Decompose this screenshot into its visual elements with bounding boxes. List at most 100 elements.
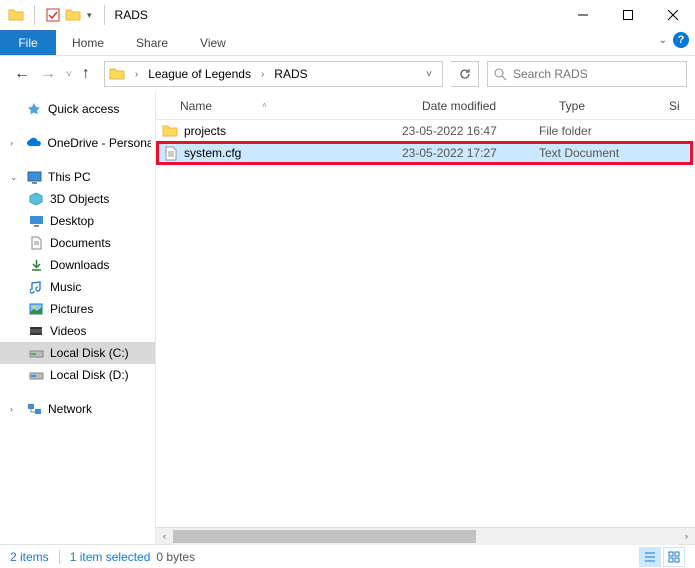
- folder-icon: [160, 124, 180, 138]
- desktop-icon: [28, 213, 44, 229]
- ribbon-expand-icon[interactable]: ⌄: [659, 35, 667, 46]
- pc-icon: [26, 169, 42, 185]
- recent-dropdown-icon[interactable]: ˅: [66, 69, 72, 80]
- sidebar-item-label: Pictures: [50, 302, 93, 316]
- file-name: system.cfg: [184, 146, 241, 160]
- file-type: Text Document: [539, 146, 649, 160]
- forward-button[interactable]: →: [40, 65, 56, 83]
- search-box[interactable]: [487, 61, 687, 87]
- drive-icon: [28, 345, 44, 361]
- sidebar-item-label: 3D Objects: [50, 192, 109, 206]
- search-input[interactable]: [513, 67, 680, 81]
- drive-icon: [28, 367, 44, 383]
- sidebar-item-label: This PC: [48, 170, 91, 184]
- sidebar-item-music[interactable]: Music: [0, 276, 155, 298]
- details-view-button[interactable]: [639, 547, 661, 567]
- breadcrumb[interactable]: RADS: [274, 67, 307, 81]
- status-size: 0 bytes: [156, 550, 195, 564]
- window-title: RADS: [111, 8, 148, 22]
- file-list-pane: Name˄ Date modified Type Si projects 23-…: [155, 92, 695, 544]
- status-item-count: 2 items: [10, 550, 49, 564]
- sidebar-item-this-pc[interactable]: ⌄ This PC: [0, 166, 155, 188]
- download-icon: [28, 257, 44, 273]
- up-button[interactable]: ↑: [82, 65, 90, 83]
- address-bar[interactable]: › League of Legends › RADS ˅: [104, 61, 443, 87]
- sidebar-item-pictures[interactable]: Pictures: [0, 298, 155, 320]
- folder-icon: [65, 7, 81, 23]
- video-icon: [28, 323, 44, 339]
- ribbon: File Home Share View ⌄ ?: [0, 30, 695, 56]
- folder-icon: [8, 7, 24, 23]
- sidebar-item-local-disk-d[interactable]: Local Disk (D:): [0, 364, 155, 386]
- file-date: 23-05-2022 17:27: [402, 146, 539, 160]
- chevron-right-icon[interactable]: ›: [257, 69, 268, 80]
- chevron-right-icon[interactable]: ›: [131, 69, 142, 80]
- sort-indicator-icon: ˄: [262, 101, 267, 110]
- sidebar-item-label: Quick access: [48, 102, 119, 116]
- file-name: projects: [184, 124, 226, 138]
- tab-home[interactable]: Home: [56, 30, 120, 55]
- scroll-track[interactable]: [173, 528, 678, 545]
- help-icon[interactable]: ?: [673, 32, 689, 48]
- sidebar-item-network[interactable]: › Network: [0, 398, 155, 420]
- sidebar-item-videos[interactable]: Videos: [0, 320, 155, 342]
- sidebar-item-label: Local Disk (C:): [50, 346, 129, 360]
- sidebar-item-label: Local Disk (D:): [50, 368, 129, 382]
- file-type: File folder: [539, 124, 649, 138]
- checkbox-icon[interactable]: [45, 7, 61, 23]
- folder-icon: [109, 66, 125, 82]
- navigation-pane: Quick access › OneDrive - Personal ⌄ Thi…: [0, 92, 155, 544]
- tab-view[interactable]: View: [184, 30, 242, 55]
- sidebar-item-label: Videos: [50, 324, 86, 338]
- column-size[interactable]: Si: [669, 99, 695, 113]
- column-date[interactable]: Date modified: [422, 99, 559, 113]
- table-row[interactable]: projects 23-05-2022 16:47 File folder: [156, 120, 695, 142]
- horizontal-scrollbar[interactable]: ‹ ›: [156, 527, 695, 544]
- qat-dropdown-icon[interactable]: ▾: [85, 10, 94, 21]
- file-icon: [160, 146, 180, 161]
- sidebar-item-label: Music: [50, 280, 81, 294]
- sidebar-item-label: Network: [48, 402, 92, 416]
- column-name[interactable]: Name˄: [180, 99, 422, 113]
- maximize-button[interactable]: [605, 0, 650, 30]
- sidebar-item-desktop[interactable]: Desktop: [0, 210, 155, 232]
- back-button[interactable]: ←: [14, 65, 30, 83]
- cloud-icon: [26, 135, 42, 151]
- column-headers: Name˄ Date modified Type Si: [156, 92, 695, 120]
- sidebar-item-quick-access[interactable]: Quick access: [0, 98, 155, 120]
- address-bar-row: ← → ˅ ↑ › League of Legends › RADS ˅: [0, 56, 695, 92]
- column-type[interactable]: Type: [559, 99, 669, 113]
- tab-share[interactable]: Share: [120, 30, 184, 55]
- file-rows: projects 23-05-2022 16:47 File folder sy…: [156, 120, 695, 527]
- table-row[interactable]: system.cfg 23-05-2022 17:27 Text Documen…: [156, 142, 695, 164]
- sidebar-item-label: OneDrive - Personal: [48, 136, 151, 150]
- sidebar-item-label: Downloads: [50, 258, 109, 272]
- title-bar: ▾ RADS: [0, 0, 695, 30]
- sidebar-item-3d-objects[interactable]: 3D Objects: [0, 188, 155, 210]
- picture-icon: [28, 301, 44, 317]
- network-icon: [26, 401, 42, 417]
- scroll-thumb[interactable]: [173, 530, 476, 543]
- music-icon: [28, 279, 44, 295]
- refresh-button[interactable]: [451, 61, 479, 87]
- sidebar-item-local-disk-c[interactable]: Local Disk (C:): [0, 342, 155, 364]
- status-selected-count: 1 item selected: [70, 550, 151, 564]
- sidebar-item-label: Desktop: [50, 214, 94, 228]
- sidebar-item-documents[interactable]: Documents: [0, 232, 155, 254]
- scroll-right-button[interactable]: ›: [678, 528, 695, 545]
- address-dropdown-icon[interactable]: ˅: [420, 69, 438, 80]
- scroll-left-button[interactable]: ‹: [156, 528, 173, 545]
- breadcrumb[interactable]: League of Legends: [148, 67, 251, 81]
- minimize-button[interactable]: [560, 0, 605, 30]
- cube-icon: [28, 191, 44, 207]
- star-icon: [26, 101, 42, 117]
- sidebar-item-label: Documents: [50, 236, 111, 250]
- file-date: 23-05-2022 16:47: [402, 124, 539, 138]
- file-tab[interactable]: File: [0, 30, 56, 55]
- icons-view-button[interactable]: [663, 547, 685, 567]
- sidebar-item-onedrive[interactable]: › OneDrive - Personal: [0, 132, 155, 154]
- search-icon: [494, 68, 507, 81]
- status-bar: 2 items 1 item selected 0 bytes: [0, 544, 695, 568]
- close-button[interactable]: [650, 0, 695, 30]
- sidebar-item-downloads[interactable]: Downloads: [0, 254, 155, 276]
